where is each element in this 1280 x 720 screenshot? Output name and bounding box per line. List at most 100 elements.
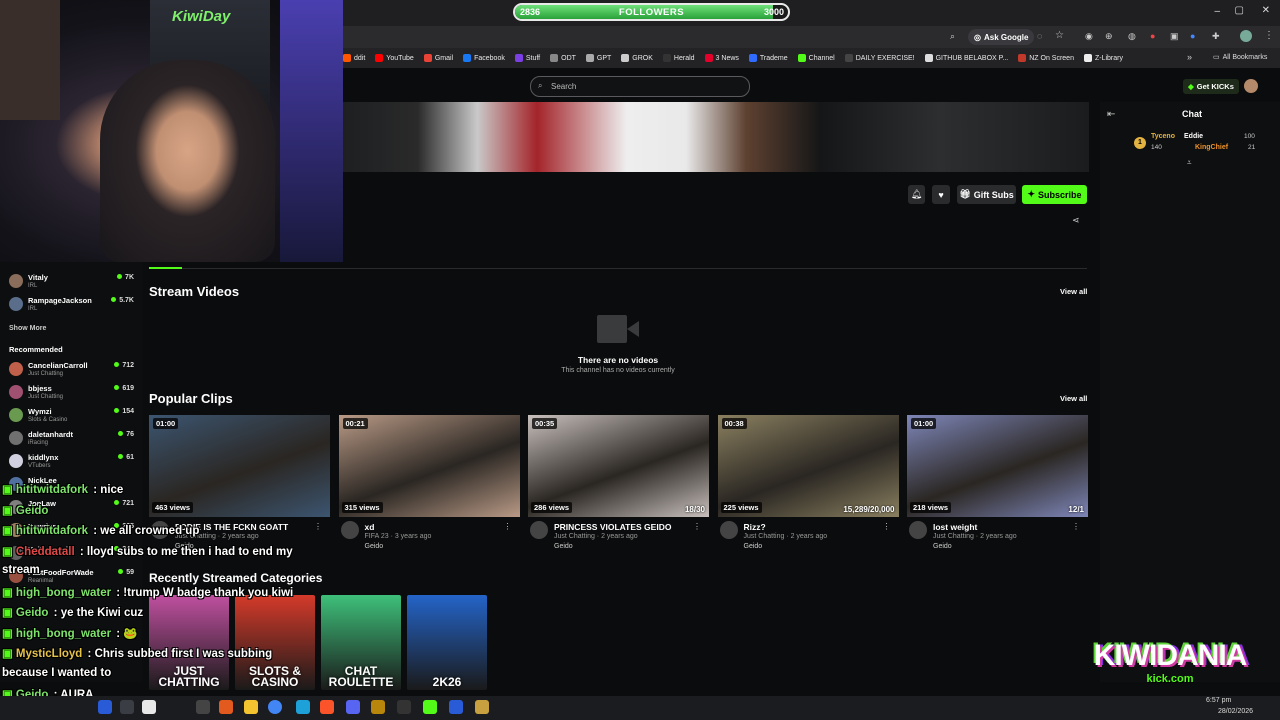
- bookmark-item[interactable]: GROK: [621, 54, 653, 62]
- clip-thumbnail[interactable]: 00:35 286 views 18/30: [528, 415, 709, 517]
- folder-icon[interactable]: [244, 700, 258, 714]
- more-options-icon[interactable]: ⋮: [504, 522, 512, 531]
- terminal-icon[interactable]: [397, 700, 411, 714]
- puzzle-icon[interactable]: ✚: [1212, 31, 1220, 42]
- bookmark-icon: [797, 54, 806, 62]
- app2-icon[interactable]: [371, 700, 385, 714]
- app3-icon[interactable]: [449, 700, 463, 714]
- all-bookmarks[interactable]: ▭ All Bookmarks: [1213, 53, 1267, 62]
- extension5-icon[interactable]: ●: [1190, 31, 1195, 41]
- app-icon[interactable]: [196, 700, 210, 714]
- clip-title[interactable]: xd: [365, 522, 375, 532]
- chevron-right-icon[interactable]: »: [1187, 52, 1192, 62]
- clip-thumbnail[interactable]: 00:21 315 views: [338, 415, 520, 517]
- show-more-link[interactable]: Show More: [9, 325, 46, 332]
- user-avatar[interactable]: [1244, 79, 1258, 93]
- clip-title[interactable]: lost weight: [933, 522, 977, 532]
- clip-card[interactable]: 00:35 286 views 18/30 PRINCESS VIOLATES GEI…: [528, 415, 709, 550]
- search-icon: ⌕: [538, 81, 543, 90]
- more-options-icon[interactable]: ⋮: [693, 522, 701, 531]
- file-icon[interactable]: [142, 700, 156, 714]
- bookmark-item[interactable]: NZ On Screen: [1018, 54, 1074, 62]
- start-icon[interactable]: [98, 700, 112, 714]
- clip-channel[interactable]: Geido: [554, 543, 573, 550]
- bookmark-item[interactable]: ddit: [343, 54, 365, 62]
- bookmark-item[interactable]: Facebook: [463, 54, 505, 62]
- extension-icon[interactable]: ◉: [1085, 31, 1093, 42]
- category-card[interactable]: CHAT ROULETTE: [321, 595, 401, 690]
- bookmark-item[interactable]: 3 News: [704, 54, 739, 62]
- hide-icon[interactable]: ◌: [1037, 31, 1042, 41]
- more-options-icon[interactable]: ⋮: [1072, 522, 1080, 531]
- taskview-icon[interactable]: [120, 700, 134, 714]
- share-icon[interactable]: ⋖: [1072, 215, 1080, 226]
- bookmark-item[interactable]: Z-Library: [1083, 54, 1123, 62]
- sidebar-channel[interactable]: kiddlynx VTubers 61: [9, 452, 137, 474]
- zoom-icon[interactable]: ⊕: [1105, 31, 1113, 42]
- sidebar-channel[interactable]: CancelianCarroll Just Chatting 712: [9, 360, 137, 382]
- sidebar-channel[interactable]: daletanhardt iRacing 76: [9, 429, 137, 451]
- search-input[interactable]: ⌕ Search: [530, 76, 750, 97]
- chrome-icon[interactable]: [268, 700, 282, 714]
- bookmark-item[interactable]: ODT: [550, 54, 576, 62]
- view-all-videos-link[interactable]: View all: [1060, 287, 1087, 296]
- bookmark-item[interactable]: Gmail: [423, 54, 453, 62]
- clip-card[interactable]: 00:21 315 views xd FIFA 23 · 3 years ago Gei…: [338, 415, 520, 550]
- clip-title[interactable]: PRINCESS VIOLATES GEIDO: [554, 522, 671, 532]
- clip-thumbnail[interactable]: 00:38 225 views 15,289/20,000: [717, 415, 899, 517]
- extension3-icon[interactable]: ●: [1150, 31, 1155, 41]
- extension4-icon[interactable]: ▣: [1170, 31, 1179, 42]
- followers-goal: 3000: [763, 7, 784, 17]
- get-kicks-button[interactable]: ◆ Get KICKs: [1183, 79, 1239, 94]
- extension2-icon[interactable]: ◍: [1128, 31, 1136, 42]
- minimize-icon[interactable]: –: [1214, 6, 1220, 17]
- firefox-icon[interactable]: [219, 700, 233, 714]
- view-all-clips-link[interactable]: View all: [1060, 394, 1087, 403]
- bookmark-item[interactable]: Channel: [797, 54, 835, 62]
- bookmark-item[interactable]: GPT: [585, 54, 611, 62]
- bookmark-item[interactable]: Trademe: [748, 54, 788, 62]
- sidebar-channel[interactable]: RampageJackson IRL 5.7K: [9, 295, 137, 317]
- clip-thumbnail[interactable]: 01:00 218 views 12/1: [907, 415, 1088, 517]
- notification-bell-icon[interactable]: 🔔︎: [908, 185, 925, 204]
- bookmark-item[interactable]: GITHUB BELABOX P...: [924, 54, 1008, 62]
- expand-leaderboard-icon[interactable]: ⩡: [1187, 158, 1192, 168]
- bookmark-item[interactable]: Stuff: [514, 54, 540, 62]
- ask-google-button[interactable]: ◎ Ask Google: [968, 29, 1035, 45]
- chat-badge-icon: ▣: [2, 504, 13, 517]
- heart-icon[interactable]: ♥: [932, 185, 950, 204]
- app4-icon[interactable]: [475, 700, 489, 714]
- kick-icon[interactable]: [423, 700, 437, 714]
- profile-avatar[interactable]: [1240, 30, 1252, 42]
- category-card[interactable]: 2K26: [407, 595, 487, 690]
- bookmark-icon: [375, 54, 384, 62]
- bookmark-label: ODT: [561, 54, 576, 62]
- bookmark-item[interactable]: Herald: [662, 54, 695, 62]
- maximize-icon[interactable]: ▢: [1235, 5, 1244, 16]
- brave-icon[interactable]: [320, 700, 334, 714]
- close-icon[interactable]: ✕: [1262, 5, 1270, 16]
- subscribe-button[interactable]: ✦ Subscribe: [1022, 185, 1087, 204]
- clip-title[interactable]: Rizz?: [744, 522, 766, 532]
- search-icon[interactable]: ⌕: [950, 31, 955, 42]
- clip-card[interactable]: 00:38 225 views 15,289/20,000 Rizz? Just Cha…: [717, 415, 899, 550]
- clip-card[interactable]: 01:00 218 views 12/1 lost weight Just Chatti…: [907, 415, 1088, 550]
- sidebar-channel[interactable]: bbjess Just Chatting 619: [9, 383, 137, 405]
- sidebar-channel[interactable]: Vitaly IRL 7K: [9, 272, 137, 294]
- clip-channel[interactable]: Geido: [933, 543, 952, 550]
- clip-channel[interactable]: Geido: [365, 543, 384, 550]
- clip-channel[interactable]: Geido: [744, 543, 763, 550]
- discord-icon[interactable]: [346, 700, 360, 714]
- google-icon: ◎: [974, 32, 981, 42]
- sidebar-channel[interactable]: Wymzi Slots & Casino 154: [9, 406, 137, 428]
- collapse-chat-icon[interactable]: ⇤: [1107, 109, 1115, 120]
- gift-subs-button[interactable]: 🎁︎ Gift Subs: [957, 185, 1016, 204]
- viewer-count: 154: [114, 408, 134, 415]
- menu-icon[interactable]: ⋮: [1264, 30, 1274, 41]
- chat-title: Chat: [1182, 109, 1202, 119]
- bookmark-item[interactable]: YouTube: [375, 54, 414, 62]
- star-icon[interactable]: ☆: [1055, 30, 1064, 41]
- more-options-icon[interactable]: ⋮: [883, 522, 891, 531]
- bookmark-item[interactable]: DAILY EXERCISE!: [844, 54, 915, 62]
- edge-icon[interactable]: [296, 700, 310, 714]
